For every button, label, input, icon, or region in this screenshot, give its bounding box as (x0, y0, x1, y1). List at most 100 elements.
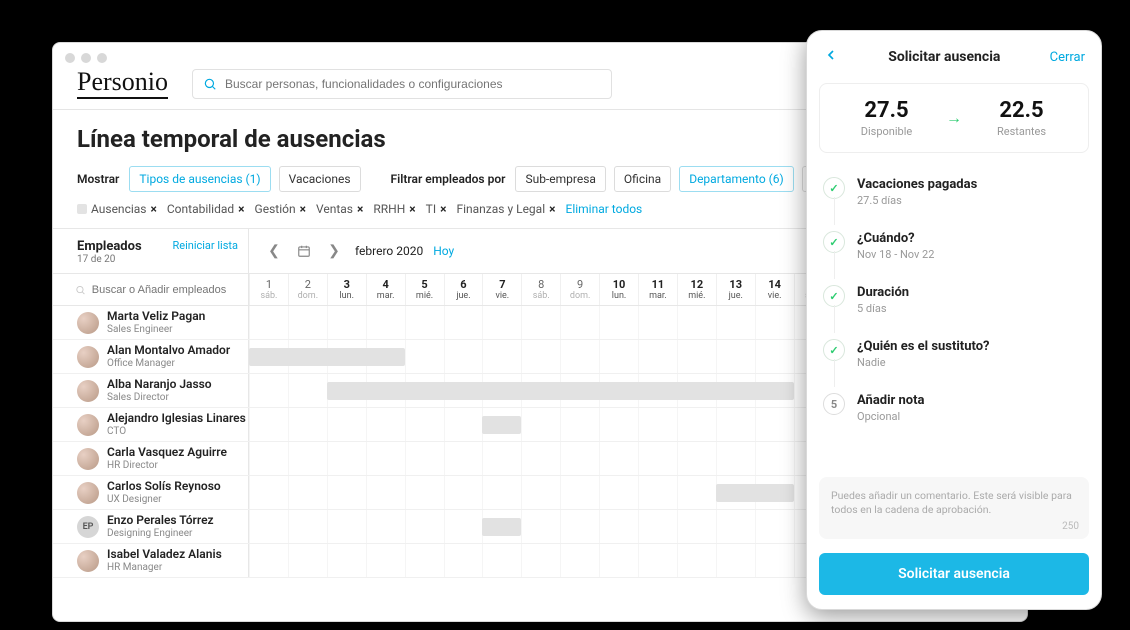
close-link[interactable]: Cerrar (1050, 50, 1085, 65)
employee-cell[interactable]: Alba Naranjo JassoSales Director (53, 374, 249, 407)
traffic-dot[interactable] (65, 53, 75, 63)
traffic-dot[interactable] (81, 53, 91, 63)
day-header: 9dom. (560, 274, 599, 305)
available-label: Disponible (832, 125, 941, 138)
remove-tag-icon[interactable]: × (549, 202, 555, 216)
absence-bar[interactable] (327, 382, 794, 400)
step-number: 5 (823, 393, 845, 415)
show-label: Mostrar (77, 172, 119, 186)
char-count: 250 (1062, 520, 1079, 534)
chevron-left-icon (823, 47, 839, 63)
employee-role: Office Manager (107, 358, 230, 369)
step-item[interactable]: 5Añadir notaOpcional (823, 383, 1085, 437)
traffic-dot[interactable] (97, 53, 107, 63)
remove-tag-icon[interactable]: × (150, 202, 156, 216)
step-item[interactable]: ✓Duración5 días (823, 275, 1085, 329)
filter-chip[interactable]: Departamento (6) (679, 166, 794, 192)
absence-bar[interactable] (482, 518, 521, 536)
step-item[interactable]: ✓¿Cuándo?Nov 18 - Nov 22 (823, 221, 1085, 275)
remove-tag-icon[interactable]: × (409, 202, 415, 216)
filter-tag: Gestión× (255, 202, 306, 216)
note-textarea[interactable]: Puedes añadir un comentario. Este será v… (819, 477, 1089, 539)
employee-name: Isabel Valadez Alanis (107, 548, 222, 561)
filter-tag: Ventas × (316, 202, 363, 216)
employee-search[interactable] (53, 274, 249, 305)
filter-chip[interactable]: Sub-empresa (515, 166, 605, 192)
step-title: Duración (857, 285, 909, 300)
absence-types-chip[interactable]: Tipos de ausencias (1) (129, 166, 270, 192)
absence-bar[interactable] (716, 484, 794, 502)
avatar (77, 312, 99, 334)
step-title: Añadir nota (857, 393, 925, 408)
filter-chip[interactable]: Oficina (614, 166, 671, 192)
remove-tag-icon[interactable]: × (440, 202, 446, 216)
clear-all-tags[interactable]: Eliminar todos (566, 202, 643, 216)
employee-role: HR Director (107, 460, 227, 471)
next-month-button[interactable]: ❯ (323, 243, 345, 259)
employee-cell[interactable]: Carla Vasquez AguirreHR Director (53, 442, 249, 475)
prev-month-button[interactable]: ❮ (263, 243, 285, 259)
tag-label: RRHH (373, 202, 405, 216)
step-item[interactable]: ✓¿Quién es el sustituto?Nadie (823, 329, 1085, 383)
employee-role: HR Manager (107, 562, 222, 573)
employee-role: Designing Engineer (107, 528, 214, 539)
absence-bar[interactable] (482, 416, 521, 434)
employee-role: CTO (107, 426, 246, 437)
remove-tag-icon[interactable]: × (300, 202, 306, 216)
employee-cell[interactable]: Carlos Solís ReynosoUX Designer (53, 476, 249, 509)
note-placeholder: Puedes añadir un comentario. Este será v… (831, 489, 1072, 516)
available-days: 27.5 (832, 98, 941, 123)
employee-cell[interactable]: Isabel Valadez AlanisHR Manager (53, 544, 249, 577)
day-header: 7vie. (482, 274, 521, 305)
remaining-days: 22.5 (967, 98, 1076, 123)
request-absence-panel: Solicitar ausencia Cerrar 27.5 Disponibl… (806, 30, 1102, 610)
tag-label: Contabilidad (167, 202, 234, 216)
check-icon: ✓ (823, 339, 845, 361)
search-input[interactable] (225, 77, 601, 91)
employee-role: Sales Director (107, 392, 212, 403)
step-item[interactable]: ✓Vacaciones pagadas27.5 días (823, 167, 1085, 221)
step-title: Vacaciones pagadas (857, 177, 977, 192)
filter-by-label: Filtrar empleados por (391, 172, 506, 186)
absence-bar[interactable] (249, 348, 405, 366)
employees-header: Empleados 17 de 20 Reiniciar lista (53, 229, 249, 273)
employee-cell[interactable]: Alejandro Iglesias LinaresCTO (53, 408, 249, 441)
employees-count: 17 de 20 (77, 254, 142, 265)
avatar: EP (77, 516, 99, 538)
avatar (77, 550, 99, 572)
employee-cell[interactable]: Alan Montalvo AmadorOffice Manager (53, 340, 249, 373)
step-subtitle: 5 días (857, 302, 909, 315)
employee-search-input[interactable] (92, 284, 238, 296)
submit-button[interactable]: Solicitar ausencia (819, 553, 1089, 595)
back-button[interactable] (823, 47, 839, 67)
filter-tag: TI× (426, 202, 447, 216)
tag-label: Ventas (316, 202, 353, 216)
step-title: ¿Cuándo? (857, 231, 934, 246)
filter-tag: RRHH × (373, 202, 415, 216)
day-header: 11mar. (638, 274, 677, 305)
remove-tag-icon[interactable]: × (238, 202, 244, 216)
search-icon (203, 77, 217, 91)
calendar-icon[interactable] (295, 242, 313, 260)
global-search[interactable] (192, 69, 612, 99)
day-header: 12mié. (677, 274, 716, 305)
step-subtitle: 27.5 días (857, 194, 977, 207)
remove-tag-icon[interactable]: × (357, 202, 363, 216)
day-header: 4mar. (366, 274, 405, 305)
vacations-chip[interactable]: Vacaciones (279, 166, 361, 192)
today-link[interactable]: Hoy (433, 244, 454, 258)
day-header: 5mié. (405, 274, 444, 305)
day-header: 14vie. (755, 274, 794, 305)
reset-list-link[interactable]: Reiniciar lista (172, 239, 238, 252)
filter-tag: Ausencias× (77, 202, 157, 216)
employee-cell[interactable]: EPEnzo Perales TórrezDesigning Engineer (53, 510, 249, 543)
arrow-right-icon: → (941, 108, 967, 128)
day-header: 10lun. (599, 274, 638, 305)
brand-logo[interactable]: Personio (77, 69, 168, 99)
balance-card: 27.5 Disponible → 22.5 Restantes (819, 83, 1089, 153)
search-icon (75, 284, 86, 296)
employee-name: Carlos Solís Reynoso (107, 480, 221, 493)
avatar (77, 482, 99, 504)
avatar (77, 414, 99, 436)
employee-cell[interactable]: Marta Veliz PaganSales Engineer (53, 306, 249, 339)
